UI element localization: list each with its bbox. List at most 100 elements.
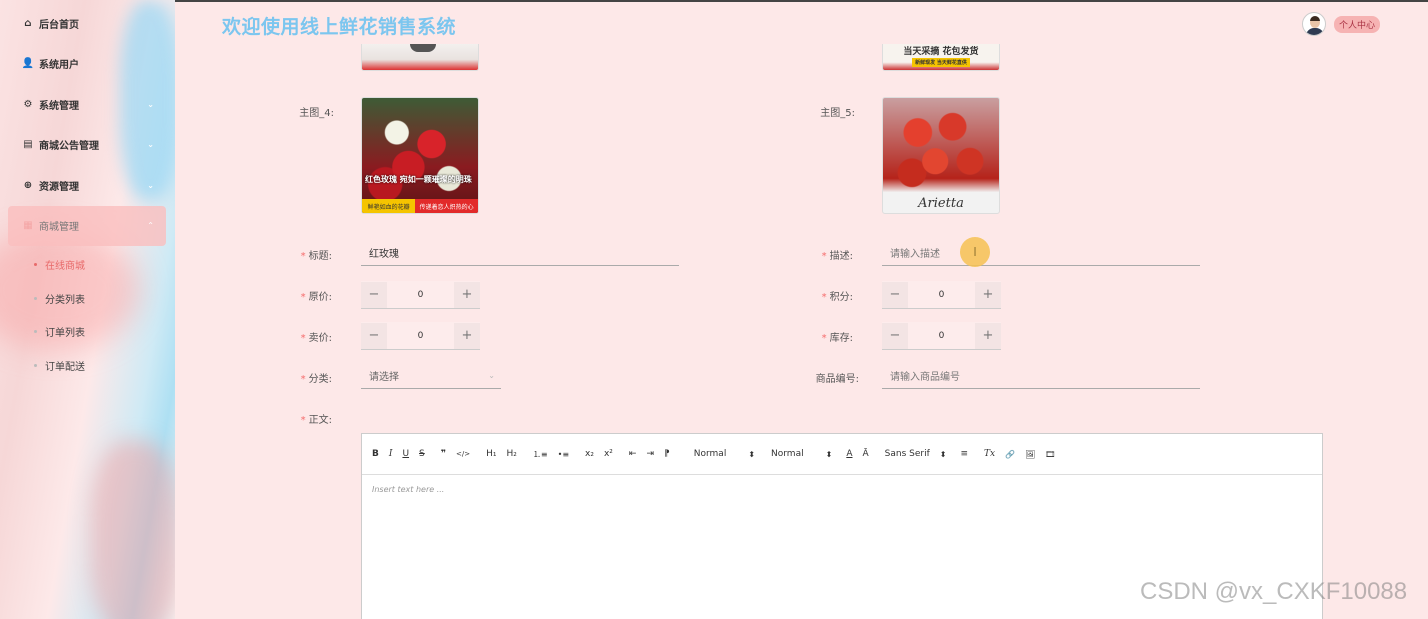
font-select[interactable]: Sans Serif ⬍ bbox=[885, 449, 947, 459]
sale-price-stepper: − 0 + bbox=[361, 322, 480, 350]
main-image-5-label: 主图_5: bbox=[820, 108, 855, 119]
original-price-stepper: − 0 + bbox=[361, 281, 480, 309]
chevron-updown-icon: ⬍ bbox=[825, 449, 833, 459]
main-image-4[interactable]: 红色玫瑰 宛如一颗璀璨的明珠 鲜艳如血的花瓣 传递着恋人炽热的心 bbox=[361, 97, 479, 214]
align-icon[interactable]: ≡ bbox=[960, 449, 968, 459]
original-price-label: * 原价: bbox=[300, 292, 332, 303]
title-label: * 标题: bbox=[300, 251, 332, 262]
image-icon[interactable]: 🖼 bbox=[1025, 450, 1035, 459]
gear-icon: ⚙ bbox=[23, 98, 33, 110]
header-select-value: Normal bbox=[771, 449, 804, 459]
points-label: * 积分: bbox=[821, 292, 853, 303]
image-overlay-text: Arietta bbox=[918, 196, 964, 211]
user-icon: 👤 bbox=[21, 58, 35, 70]
increase-button[interactable]: + bbox=[454, 322, 480, 349]
image-banner-subtext: 新鲜现发 当天鲜花直供 bbox=[912, 58, 970, 67]
image-banner-text: 当天采摘 花包发货 bbox=[903, 47, 979, 57]
sidebar-subitem-label: 分类列表 bbox=[45, 294, 85, 306]
stock-label: * 库存: bbox=[821, 333, 853, 344]
image-overlay-text: 红色玫瑰 宛如一颗璀璨的明珠 bbox=[365, 175, 472, 184]
sidebar-subitem-order-list[interactable]: 订单列表 bbox=[8, 315, 166, 349]
header-1-button[interactable]: H₁ bbox=[486, 449, 496, 459]
sidebar-submenu: 在线商城 分类列表 订单列表 订单配送 bbox=[8, 246, 166, 382]
sidebar-item-home[interactable]: ⌂ 后台首页 bbox=[8, 3, 166, 44]
video-icon[interactable]: 🎞 bbox=[1045, 450, 1055, 459]
stepper-value[interactable]: 0 bbox=[908, 331, 975, 341]
size-select[interactable]: Normal ⬍ bbox=[694, 449, 755, 459]
bullet-icon bbox=[34, 296, 37, 300]
sidebar-item-label: 商城公告管理 bbox=[39, 141, 99, 153]
plus-circle-icon: ⊕ bbox=[23, 179, 33, 191]
product-code-label: 商品编号: bbox=[815, 374, 859, 385]
decrease-button[interactable]: − bbox=[882, 281, 908, 308]
sale-price-label: * 卖价: bbox=[300, 333, 332, 344]
category-select-value: 请选择 bbox=[369, 372, 399, 383]
link-icon[interactable]: 🔗 bbox=[1005, 450, 1015, 459]
category-select[interactable]: 请选择 ⌄ bbox=[361, 363, 501, 389]
page-title: 欢迎使用线上鲜花销售系统 bbox=[222, 16, 457, 38]
sidebar-item-announcements[interactable]: ▤ 商城公告管理 ⌄ bbox=[8, 125, 166, 166]
sidebar-subitem-category-list[interactable]: 分类列表 bbox=[8, 282, 166, 316]
font-select-value: Sans Serif bbox=[884, 449, 930, 459]
bullet-icon bbox=[34, 330, 37, 334]
sidebar-menu: ⌂ 后台首页 👤 系统用户 ⚙ 系统管理 ⌄ ▤ 商城公告管理 ⌄ ⊕ 资源管理… bbox=[8, 3, 166, 382]
sidebar-item-system-users[interactable]: 👤 系统用户 bbox=[8, 44, 166, 85]
description-input[interactable]: 请输入描述 bbox=[882, 240, 1200, 266]
sidebar-item-label: 资源管理 bbox=[39, 181, 79, 193]
outdent-icon[interactable]: ⇤ bbox=[629, 449, 637, 459]
sidebar-item-label: 后台首页 bbox=[39, 19, 79, 31]
bullet-icon bbox=[34, 263, 37, 267]
code-icon[interactable]: </> bbox=[456, 450, 470, 458]
decrease-button[interactable]: − bbox=[361, 281, 387, 308]
title-input[interactable]: 红玫瑰 bbox=[361, 240, 679, 266]
editor-content-area[interactable]: Insert text here ... bbox=[362, 475, 1322, 504]
main-image-2[interactable] bbox=[361, 44, 479, 71]
sidebar-item-resources[interactable]: ⊕ 资源管理 ⌄ bbox=[8, 165, 166, 206]
text-direction-icon[interactable]: ⁋ bbox=[664, 449, 670, 459]
description-label: * 描述: bbox=[821, 251, 853, 262]
blockquote-icon[interactable]: ❞ bbox=[441, 449, 446, 459]
main-image-5[interactable]: Arietta bbox=[882, 97, 1000, 214]
underline-button[interactable]: U bbox=[402, 449, 409, 459]
decrease-button[interactable]: − bbox=[361, 322, 387, 349]
increase-button[interactable]: + bbox=[454, 281, 480, 308]
image-caption-left: 鲜艳如血的花瓣 bbox=[362, 199, 416, 213]
indent-icon[interactable]: ⇥ bbox=[646, 449, 654, 459]
stepper-value[interactable]: 0 bbox=[387, 290, 454, 300]
background-color-icon[interactable]: Ā bbox=[862, 449, 868, 459]
strike-button[interactable]: S bbox=[419, 449, 425, 459]
decrease-button[interactable]: − bbox=[882, 322, 908, 349]
main-image-3[interactable]: 当天采摘 花包发货 新鲜现发 当天鲜花直供 bbox=[882, 44, 1000, 71]
user-center-button[interactable]: 个人中心 bbox=[1334, 16, 1381, 33]
home-icon: ⌂ bbox=[24, 17, 32, 29]
category-label: * 分类: bbox=[300, 374, 332, 385]
sidebar-subitem-label: 在线商城 bbox=[45, 261, 85, 273]
stepper-value[interactable]: 0 bbox=[908, 290, 975, 300]
increase-button[interactable]: + bbox=[975, 281, 1001, 308]
bold-button[interactable]: B bbox=[372, 449, 379, 459]
sidebar-subitem-label: 订单列表 bbox=[45, 328, 85, 340]
avatar[interactable] bbox=[1302, 12, 1326, 36]
header-select[interactable]: Normal ⬍ bbox=[771, 449, 832, 459]
sidebar-subitem-order-delivery[interactable]: 订单配送 bbox=[8, 349, 166, 383]
sidebar-item-mall-management[interactable]: ▦ 商城管理 ⌃ bbox=[8, 205, 166, 246]
top-border bbox=[0, 0, 1428, 2]
text-color-icon[interactable]: A bbox=[846, 449, 852, 459]
stepper-value[interactable]: 0 bbox=[387, 331, 454, 341]
sidebar-subitem-online-mall[interactable]: 在线商城 bbox=[8, 248, 166, 282]
superscript-button[interactable]: x² bbox=[604, 449, 613, 459]
header-2-button[interactable]: H₂ bbox=[507, 449, 517, 459]
sidebar-subitem-label: 订单配送 bbox=[45, 361, 85, 373]
chevron-down-icon: ⌄ bbox=[147, 140, 154, 150]
clean-format-icon[interactable]: Tx bbox=[984, 449, 995, 459]
image-caption-right: 传递着恋人炽热的心 bbox=[415, 199, 478, 213]
size-select-value: Normal bbox=[693, 449, 727, 459]
bullet-list-icon[interactable]: •≡ bbox=[558, 450, 569, 459]
editor-toolbar: B I U S ❞ </> H₁ H₂ ⒈≡ •≡ x₂ x² ⇤ ⇥ ⁋ No… bbox=[362, 434, 1322, 475]
ordered-list-icon[interactable]: ⒈≡ bbox=[533, 449, 548, 460]
subscript-button[interactable]: x₂ bbox=[585, 449, 594, 459]
italic-button[interactable]: I bbox=[389, 449, 393, 459]
sidebar-item-system-management[interactable]: ⚙ 系统管理 ⌄ bbox=[8, 84, 166, 125]
increase-button[interactable]: + bbox=[975, 322, 1001, 349]
product-code-input[interactable]: 请输入商品编号 bbox=[882, 363, 1200, 389]
